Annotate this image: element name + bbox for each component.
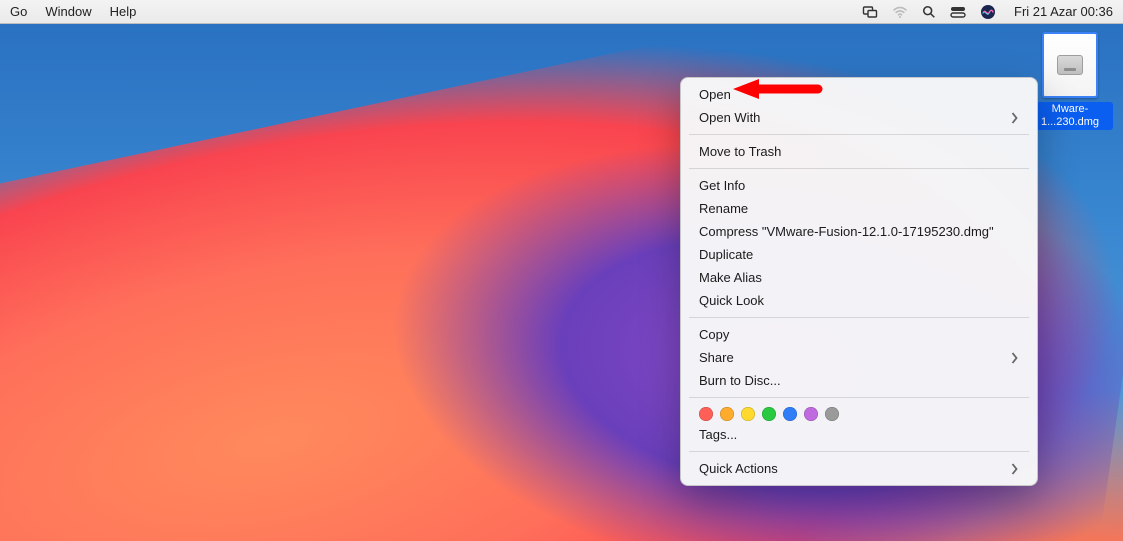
ctx-open[interactable]: Open xyxy=(681,83,1037,106)
ctx-separator xyxy=(689,134,1029,135)
search-icon[interactable] xyxy=(922,5,936,19)
ctx-burn-to-disc[interactable]: Burn to Disc... xyxy=(681,369,1037,392)
ctx-quick-actions[interactable]: Quick Actions xyxy=(681,457,1037,480)
menu-bar: Go Window Help Fri 21 Azar 00:36 xyxy=(0,0,1123,24)
tag-orange[interactable] xyxy=(720,407,734,421)
control-center-icon[interactable] xyxy=(950,4,966,20)
ctx-burn-label: Burn to Disc... xyxy=(699,373,781,388)
desktop-file-vmware-dmg[interactable]: Mware-1...230.dmg xyxy=(1027,32,1113,130)
ctx-make-alias-label: Make Alias xyxy=(699,270,762,285)
chevron-right-icon xyxy=(1010,463,1019,475)
ctx-separator xyxy=(689,397,1029,398)
tag-blue[interactable] xyxy=(783,407,797,421)
ctx-share[interactable]: Share xyxy=(681,346,1037,369)
chevron-right-icon xyxy=(1010,352,1019,364)
ctx-quick-actions-label: Quick Actions xyxy=(699,461,778,476)
desktop-file-label: Mware-1...230.dmg xyxy=(1027,102,1113,130)
wifi-icon[interactable] xyxy=(892,4,908,20)
ctx-compress-label: Compress "VMware-Fusion-12.1.0-17195230.… xyxy=(699,224,994,239)
ctx-quick-look[interactable]: Quick Look xyxy=(681,289,1037,312)
screen-mirroring-icon[interactable] xyxy=(862,4,878,20)
ctx-open-with-label: Open With xyxy=(699,110,760,125)
menu-go[interactable]: Go xyxy=(10,4,27,19)
ctx-share-label: Share xyxy=(699,350,734,365)
ctx-move-to-trash[interactable]: Move to Trash xyxy=(681,140,1037,163)
menu-bar-left: Go Window Help xyxy=(10,4,136,19)
tag-purple[interactable] xyxy=(804,407,818,421)
ctx-duplicate-label: Duplicate xyxy=(699,247,753,262)
ctx-make-alias[interactable]: Make Alias xyxy=(681,266,1037,289)
ctx-tags-label: Tags... xyxy=(699,427,737,442)
ctx-separator xyxy=(689,317,1029,318)
menu-help[interactable]: Help xyxy=(110,4,137,19)
ctx-quick-look-label: Quick Look xyxy=(699,293,764,308)
ctx-copy-label: Copy xyxy=(699,327,729,342)
ctx-duplicate[interactable]: Duplicate xyxy=(681,243,1037,266)
siri-icon[interactable] xyxy=(980,4,996,20)
tag-red[interactable] xyxy=(699,407,713,421)
disk-drive-icon xyxy=(1057,55,1083,75)
ctx-get-info[interactable]: Get Info xyxy=(681,174,1037,197)
context-menu: Open Open With Move to Trash Get Info Re… xyxy=(680,77,1038,486)
ctx-separator xyxy=(689,168,1029,169)
ctx-move-to-trash-label: Move to Trash xyxy=(699,144,781,159)
tag-gray[interactable] xyxy=(825,407,839,421)
ctx-tag-row xyxy=(681,403,1037,423)
tag-green[interactable] xyxy=(762,407,776,421)
menu-bar-right: Fri 21 Azar 00:36 xyxy=(862,4,1113,20)
ctx-copy[interactable]: Copy xyxy=(681,323,1037,346)
ctx-open-with[interactable]: Open With xyxy=(681,106,1037,129)
ctx-open-label: Open xyxy=(699,87,731,102)
desktop[interactable]: Mware-1...230.dmg Open Open With Move to… xyxy=(0,24,1123,541)
clock-text[interactable]: Fri 21 Azar 00:36 xyxy=(1014,4,1113,19)
ctx-rename-label: Rename xyxy=(699,201,748,216)
ctx-rename[interactable]: Rename xyxy=(681,197,1037,220)
ctx-get-info-label: Get Info xyxy=(699,178,745,193)
menu-window[interactable]: Window xyxy=(45,4,91,19)
tag-yellow[interactable] xyxy=(741,407,755,421)
chevron-right-icon xyxy=(1010,112,1019,124)
ctx-separator xyxy=(689,451,1029,452)
ctx-tags[interactable]: Tags... xyxy=(681,423,1037,446)
dmg-file-icon xyxy=(1042,32,1098,98)
ctx-compress[interactable]: Compress "VMware-Fusion-12.1.0-17195230.… xyxy=(681,220,1037,243)
